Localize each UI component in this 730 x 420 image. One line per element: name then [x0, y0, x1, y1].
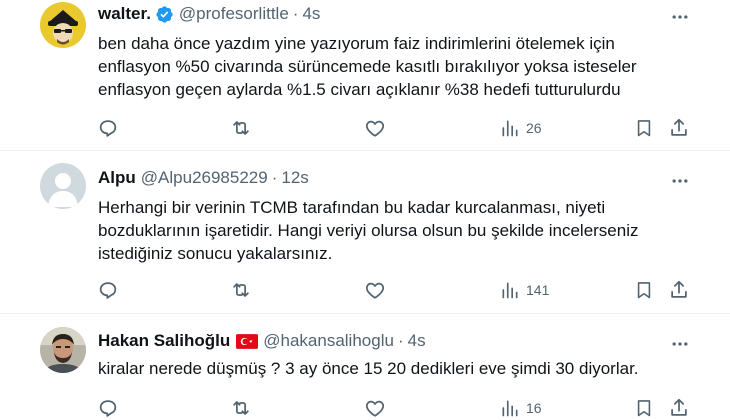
tweet-text-line: Herhangi bir verinin TCMB tarafından bu … — [98, 198, 606, 217]
views-icon — [502, 120, 518, 137]
tweet-text-line: istediğiniz sonucu yakalarsınız. — [98, 244, 333, 263]
reply-icon — [99, 282, 117, 299]
tweet-actions: 26 — [0, 116, 730, 140]
views-icon — [502, 282, 518, 299]
reply-icon — [99, 120, 117, 137]
share-button[interactable] — [668, 116, 690, 140]
tweet-text: Herhangi bir verinin TCMB tarafından bu … — [98, 196, 698, 265]
author-handle[interactable]: @Alpu26985229 — [141, 167, 268, 189]
like-icon — [365, 282, 385, 299]
retweet-icon — [233, 283, 249, 297]
avatar[interactable] — [40, 327, 86, 373]
reply-button[interactable] — [97, 278, 119, 302]
like-icon — [365, 400, 385, 417]
views-button[interactable]: 16 — [500, 396, 542, 420]
views-count: 26 — [526, 120, 542, 136]
tweet-text-line: kiralar nerede düşmüş ? 3 ay önce 15 20 … — [98, 359, 639, 378]
views-button[interactable]: 141 — [500, 278, 549, 302]
more-icon — [672, 15, 688, 19]
turkey-flag-icon — [236, 333, 259, 349]
author-name[interactable]: Hakan Salihoğlu — [98, 330, 230, 352]
verified-badge-icon — [155, 5, 174, 24]
bookmark-button[interactable] — [634, 116, 654, 140]
retweet-icon — [233, 121, 249, 135]
tweet[interactable]: walter. @profesorlittle · 4s ben daha ön… — [0, 0, 730, 150]
share-button[interactable] — [668, 278, 690, 302]
timestamp[interactable]: 12s — [281, 167, 308, 189]
tweet-text: kiralar nerede düşmüş ? 3 ay önce 15 20 … — [98, 357, 698, 380]
views-button[interactable]: 26 — [500, 116, 542, 140]
timestamp[interactable]: 4s — [408, 330, 426, 352]
tweet[interactable]: Hakan Salihoğlu @hakansalihoglu · 4s kir… — [0, 314, 730, 420]
hakan-avatar-icon — [40, 327, 86, 373]
retweet-button[interactable] — [230, 396, 252, 420]
views-icon — [502, 400, 518, 417]
separator: · — [271, 168, 278, 187]
tweet-text-line: enflasyon geçen aylarda %1.5 civarı açık… — [98, 80, 621, 99]
tweet-header: walter. @profesorlittle · 4s — [98, 3, 320, 25]
bookmark-icon — [637, 400, 651, 417]
more-icon — [672, 342, 688, 346]
tweet-text-line: ben daha önce yazdım yine yazıyorum faiz… — [98, 34, 615, 53]
tweet-actions: 16 — [0, 396, 730, 420]
avatar[interactable] — [40, 163, 86, 209]
retweet-button[interactable] — [230, 278, 252, 302]
default-profile-icon — [40, 163, 86, 209]
tweet-actions: 141 — [0, 278, 730, 302]
more-button[interactable] — [668, 5, 692, 29]
views-count: 16 — [526, 400, 542, 416]
like-button[interactable] — [364, 116, 386, 140]
retweet-icon — [233, 401, 249, 415]
views-count: 141 — [526, 282, 550, 298]
tweet-text: ben daha önce yazdım yine yazıyorum faiz… — [98, 32, 698, 101]
walter-avatar-icon — [40, 2, 86, 48]
bookmark-button[interactable] — [634, 278, 654, 302]
separator: · — [292, 4, 299, 23]
more-button[interactable] — [668, 169, 692, 193]
timestamp[interactable]: 4s — [302, 3, 320, 25]
more-icon — [672, 179, 688, 183]
like-icon — [365, 120, 385, 137]
share-button[interactable] — [668, 396, 690, 420]
like-button[interactable] — [364, 396, 386, 420]
tweet-text-line: enflasyon %50 civarında sürüncemede kası… — [98, 57, 637, 76]
tweet-text-line: bozduklarının işaretidir. Hangi veriyi o… — [98, 221, 639, 240]
more-button[interactable] — [668, 332, 692, 356]
reply-button[interactable] — [97, 396, 119, 420]
separator: · — [397, 331, 404, 350]
avatar[interactable] — [40, 2, 86, 48]
bookmark-button[interactable] — [634, 396, 654, 420]
share-icon — [671, 398, 687, 416]
tweet-header: Alpu @Alpu26985229 · 12s — [98, 167, 309, 189]
author-name[interactable]: Alpu — [98, 167, 136, 189]
author-handle[interactable]: @profesorlittle — [179, 3, 289, 25]
retweet-button[interactable] — [230, 116, 252, 140]
reply-button[interactable] — [97, 116, 119, 140]
bookmark-icon — [637, 120, 651, 137]
author-name[interactable]: walter. — [98, 3, 151, 25]
bookmark-icon — [637, 282, 651, 299]
like-button[interactable] — [364, 278, 386, 302]
author-handle[interactable]: @hakansalihoglu — [263, 330, 394, 352]
tweet-header: Hakan Salihoğlu @hakansalihoglu · 4s — [98, 330, 426, 352]
reply-icon — [99, 400, 117, 417]
share-icon — [671, 118, 687, 136]
share-icon — [671, 280, 687, 298]
tweet[interactable]: Alpu @Alpu26985229 · 12s Herhangi bir ve… — [0, 151, 730, 313]
